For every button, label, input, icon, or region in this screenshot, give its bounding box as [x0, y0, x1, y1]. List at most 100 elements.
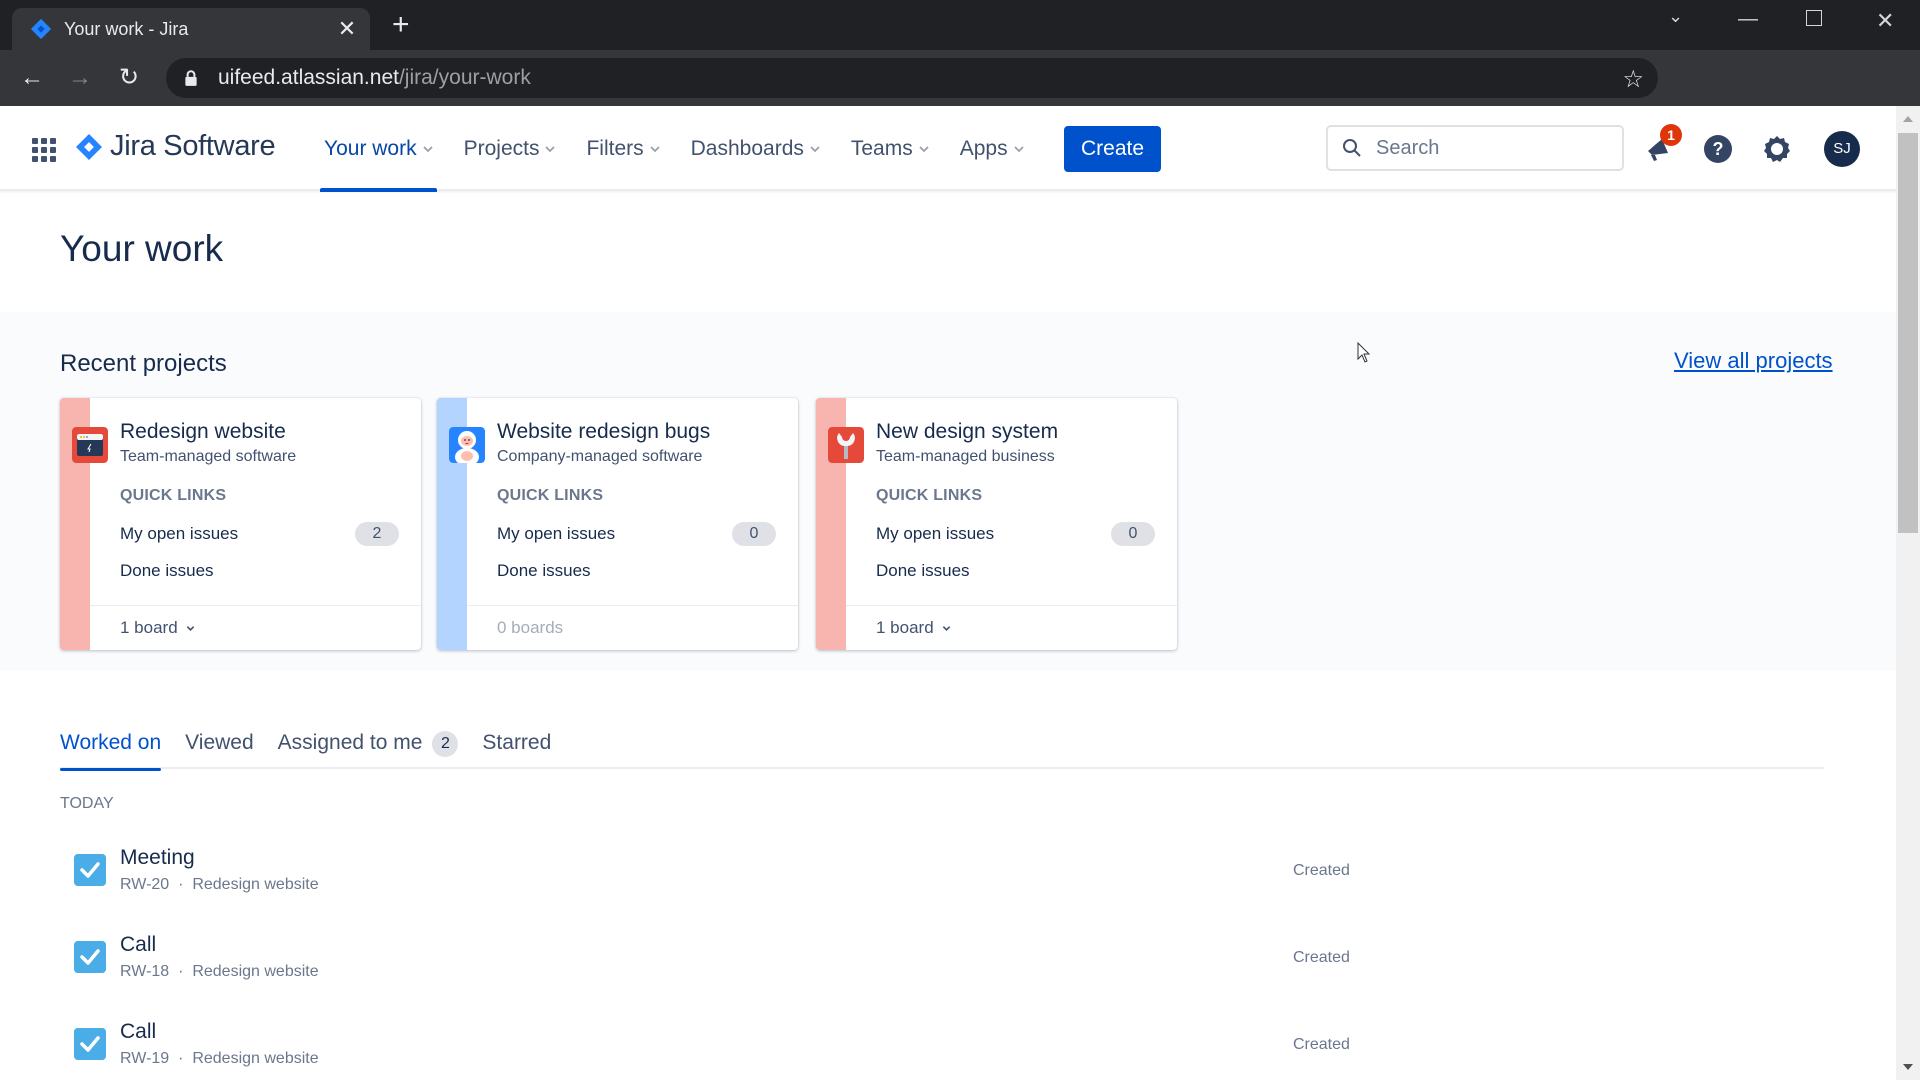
nav-label: Apps	[959, 136, 1008, 160]
restore-icon[interactable]	[1806, 10, 1822, 26]
tab-label: Worked on	[60, 731, 162, 754]
nav-label: Dashboards	[690, 136, 804, 160]
chevron-down-icon	[545, 145, 556, 152]
tab-search-chevron-icon[interactable]: ⌄	[1668, 6, 1683, 27]
bookmark-star-icon[interactable]: ☆	[1622, 65, 1644, 94]
card-divider	[846, 605, 1177, 606]
project-card[interactable]: Redesign website Team-managed software Q…	[60, 398, 421, 650]
url-path: /jira/your-work	[398, 66, 531, 89]
issue-project: Redesign website	[192, 1050, 319, 1067]
jira-logo-icon	[76, 133, 102, 160]
project-name[interactable]: Website redesign bugs	[497, 420, 710, 444]
window-close-icon[interactable]: ✕	[1876, 8, 1894, 34]
reload-icon[interactable]: ↻	[113, 62, 145, 94]
view-all-projects-link[interactable]: View all projects	[1674, 348, 1833, 374]
create-button[interactable]: Create	[1064, 126, 1161, 172]
work-item-row[interactable]: Call RW-18 · Redesign website Created	[60, 927, 1360, 999]
nav-filters[interactable]: Filters	[584, 106, 661, 191]
open-issues-count-badge: 0	[1111, 522, 1155, 546]
settings-gear-icon[interactable]	[1761, 133, 1793, 165]
my-open-issues-link[interactable]: My open issues	[876, 524, 994, 544]
done-issues-link[interactable]: Done issues	[497, 561, 591, 581]
address-bar[interactable]: uifeed.atlassian.net/jira/your-work ☆	[166, 58, 1658, 98]
work-item-title: Call	[120, 1020, 157, 1043]
project-type: Company-managed software	[497, 448, 703, 465]
task-checkbox-icon	[74, 941, 106, 973]
work-item-status: Created	[1293, 1036, 1350, 1053]
primary-nav: Your work Projects Filters Dashboards Te…	[320, 106, 1053, 192]
work-item-meta: RW-20 · Redesign website	[120, 876, 319, 893]
tab-viewed[interactable]: Viewed	[185, 725, 254, 769]
recent-projects-heading: Recent projects	[60, 350, 227, 377]
nav-projects[interactable]: Projects	[462, 106, 558, 191]
browser-tab-title: Your work - Jira	[64, 18, 189, 39]
issue-key: RW-18	[120, 963, 170, 980]
work-item-title: Call	[120, 933, 157, 956]
minimize-icon[interactable]: —	[1738, 8, 1758, 31]
app-switcher-icon[interactable]	[32, 138, 56, 162]
product-name: Jira Software	[110, 130, 276, 162]
project-name[interactable]: Redesign website	[120, 420, 286, 444]
my-open-issues-link[interactable]: My open issues	[497, 524, 615, 544]
nav-label: Your work	[324, 136, 417, 160]
quick-links-label: QUICK LINKS	[497, 487, 604, 504]
search-icon	[1343, 139, 1361, 157]
search-input[interactable]	[1376, 136, 1616, 160]
scroll-down-arrow-icon[interactable]	[1903, 1064, 1913, 1070]
assigned-count-badge: 2	[432, 731, 459, 757]
browser-tab[interactable]: Your work - Jira ✕	[12, 8, 370, 50]
project-name[interactable]: New design system	[876, 420, 1058, 444]
quick-links-label: QUICK LINKS	[120, 487, 227, 504]
nav-apps[interactable]: Apps	[958, 106, 1026, 191]
yeti-icon	[449, 427, 485, 463]
jira-top-nav: Jira Software Your work Projects Filters…	[0, 106, 1896, 192]
card-divider	[467, 605, 798, 606]
tab-worked-on[interactable]: Worked on	[60, 725, 162, 771]
tab-starred[interactable]: Starred	[482, 725, 551, 769]
chevron-down-icon	[422, 145, 433, 152]
back-arrow-icon[interactable]: ←	[16, 62, 48, 94]
jira-logo[interactable]: Jira Software	[76, 130, 276, 163]
scrollbar-thumb[interactable]	[1898, 133, 1918, 533]
search-box[interactable]	[1326, 125, 1624, 171]
issue-project: Redesign website	[192, 963, 319, 980]
nav-label: Teams	[850, 136, 913, 160]
done-issues-link[interactable]: Done issues	[876, 561, 970, 581]
my-open-issues-link[interactable]: My open issues	[120, 524, 238, 544]
close-tab-icon[interactable]: ✕	[332, 16, 362, 42]
browser-tab-strip: Your work - Jira ✕ + ⌄ — ✕	[0, 0, 1920, 50]
tab-label: Assigned to me	[277, 731, 423, 754]
boards-label: 1 board	[120, 618, 178, 637]
project-card[interactable]: Website redesign bugs Company-managed so…	[437, 398, 798, 650]
issue-key: RW-20	[120, 876, 170, 893]
mouse-cursor-icon	[1357, 342, 1371, 363]
open-issues-count-badge: 2	[355, 522, 399, 546]
new-tab-icon[interactable]: +	[392, 10, 410, 40]
page-scrollbar[interactable]	[1896, 106, 1920, 1080]
boards-label: 1 board	[876, 618, 934, 637]
project-card[interactable]: New design system Team-managed business …	[816, 398, 1177, 650]
done-issues-link[interactable]: Done issues	[120, 561, 214, 581]
boards-dropdown[interactable]: 1 board	[876, 618, 951, 638]
scroll-up-arrow-icon[interactable]	[1903, 116, 1913, 122]
help-icon[interactable]: ?	[1702, 133, 1734, 165]
forward-arrow-icon[interactable]: →	[64, 62, 96, 94]
task-checkbox-icon	[74, 854, 106, 886]
nav-dashboards[interactable]: Dashboards	[689, 106, 822, 191]
browser-window-icon	[72, 427, 108, 463]
group-label-today: TODAY	[60, 795, 114, 812]
work-tabs: Worked on Viewed Assigned to me 2 Starre…	[60, 725, 1824, 771]
boards-dropdown[interactable]: 1 board	[120, 618, 195, 638]
work-item-row[interactable]: Meeting RW-20 · Redesign website Created	[60, 840, 1360, 912]
work-item-row[interactable]: Call RW-19 · Redesign website Created	[60, 1014, 1360, 1086]
chevron-down-icon	[1013, 145, 1024, 152]
user-avatar[interactable]: SJ	[1824, 131, 1860, 167]
nav-your-work[interactable]: Your work	[320, 106, 437, 192]
chevron-down-icon	[919, 145, 929, 152]
nav-teams[interactable]: Teams	[849, 106, 931, 191]
nav-label: Projects	[463, 136, 540, 160]
tab-label: Viewed	[185, 731, 254, 754]
tab-assigned-to-me[interactable]: Assigned to me 2	[278, 725, 459, 769]
jira-favicon-icon	[30, 18, 52, 40]
notification-count-badge: 1	[1660, 124, 1682, 146]
